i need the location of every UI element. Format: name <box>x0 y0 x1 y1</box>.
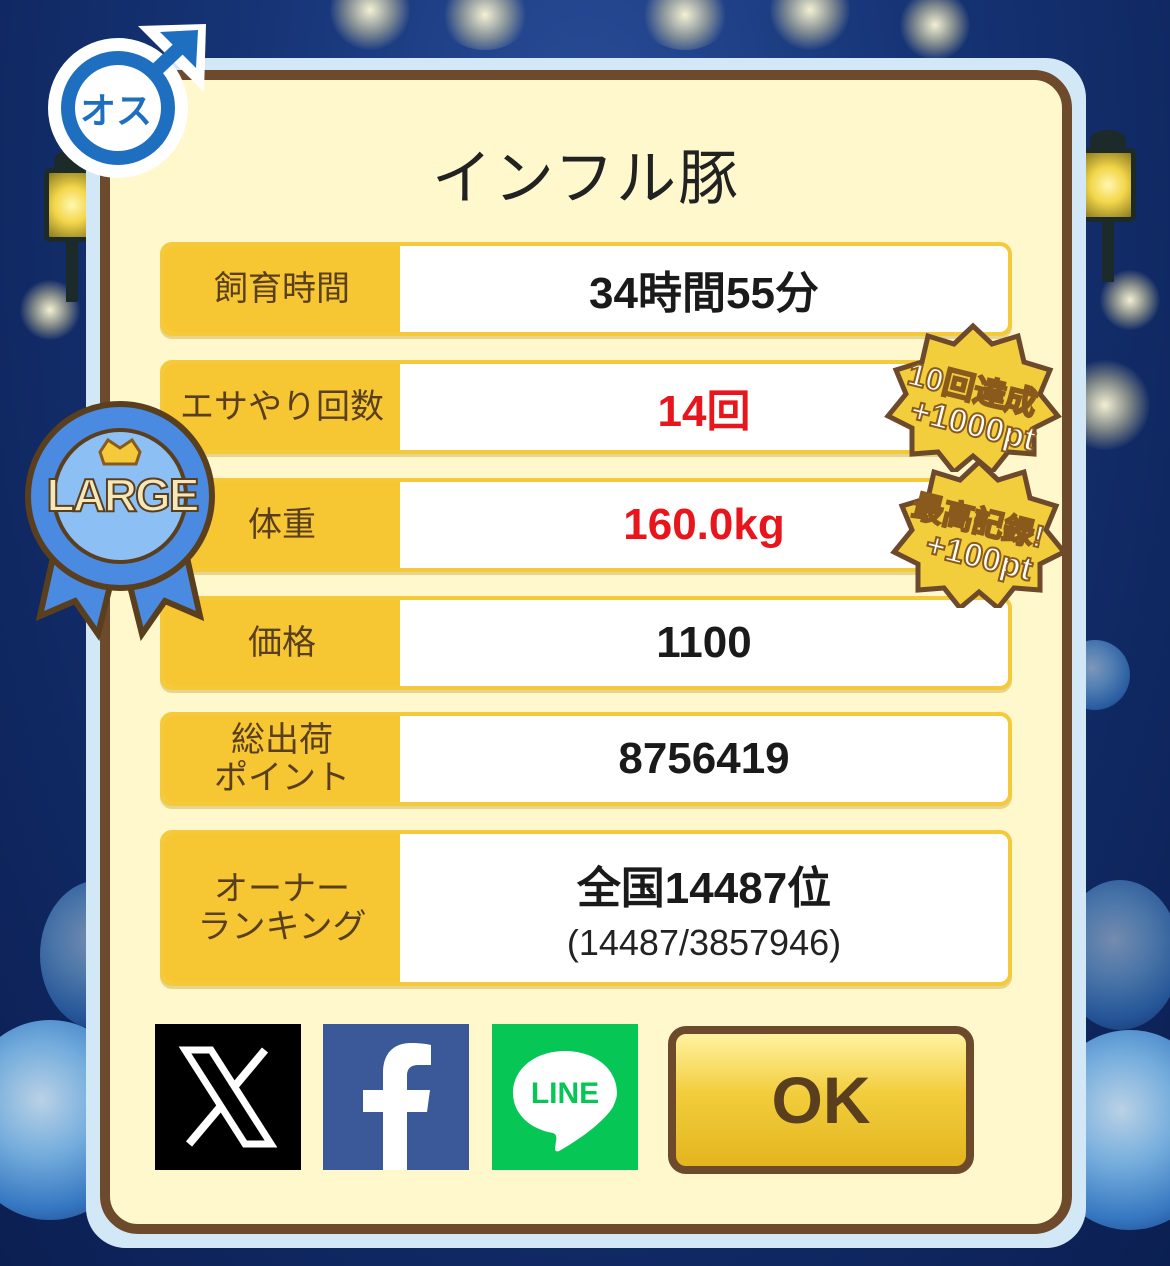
ranking-position: 全国14487位 <box>576 864 832 913</box>
stat-label: オーナー ランキング <box>164 834 400 982</box>
x-logo-icon <box>178 1046 278 1148</box>
line-logo-icon: LINE <box>513 1051 617 1152</box>
achievement-sticker-feed: 10回達成 +1000pt <box>884 322 1062 476</box>
stat-row-total-points: 総出荷 ポイント 8756419 <box>160 712 1012 806</box>
stat-value: 全国14487位 (14487/3857946) <box>400 834 1008 982</box>
share-line-button[interactable]: LINE <box>492 1024 638 1170</box>
large-size-ribbon: LARGE <box>20 386 220 656</box>
ok-button[interactable]: OK <box>668 1026 974 1174</box>
stat-row-price: 価格 1100 <box>160 596 1012 690</box>
stat-value: 34時間55分 <box>589 269 819 318</box>
stat-value: 1100 <box>656 618 752 667</box>
pig-result-dialog: インフル豚 飼育時間 34時間55分 エサやり回数 14回 体重 160.0kg… <box>100 70 1072 1234</box>
ranking-fraction: (14487/3857946) <box>566 922 842 963</box>
stat-row-weight: 体重 160.0kg <box>160 478 1012 572</box>
svg-text:LINE: LINE <box>531 1077 599 1110</box>
gender-label: オス <box>79 91 152 132</box>
stat-value: 8756419 <box>618 734 790 783</box>
ribbon-label: LARGE <box>46 468 201 522</box>
stat-label: 飼育時間 <box>164 246 400 332</box>
pig-name-title: インフル豚 <box>431 144 741 214</box>
stat-row-owner-ranking: オーナー ランキング 全国14487位 (14487/3857946) <box>160 830 1012 986</box>
share-x-button[interactable] <box>155 1024 301 1170</box>
achievement-sticker-record: 最高記録! +100pt <box>890 458 1068 612</box>
share-facebook-button[interactable] <box>323 1024 469 1170</box>
male-gender-badge: オス <box>38 14 214 190</box>
stat-label: 総出荷 ポイント <box>164 716 400 802</box>
facebook-logo-icon <box>363 1043 431 1170</box>
